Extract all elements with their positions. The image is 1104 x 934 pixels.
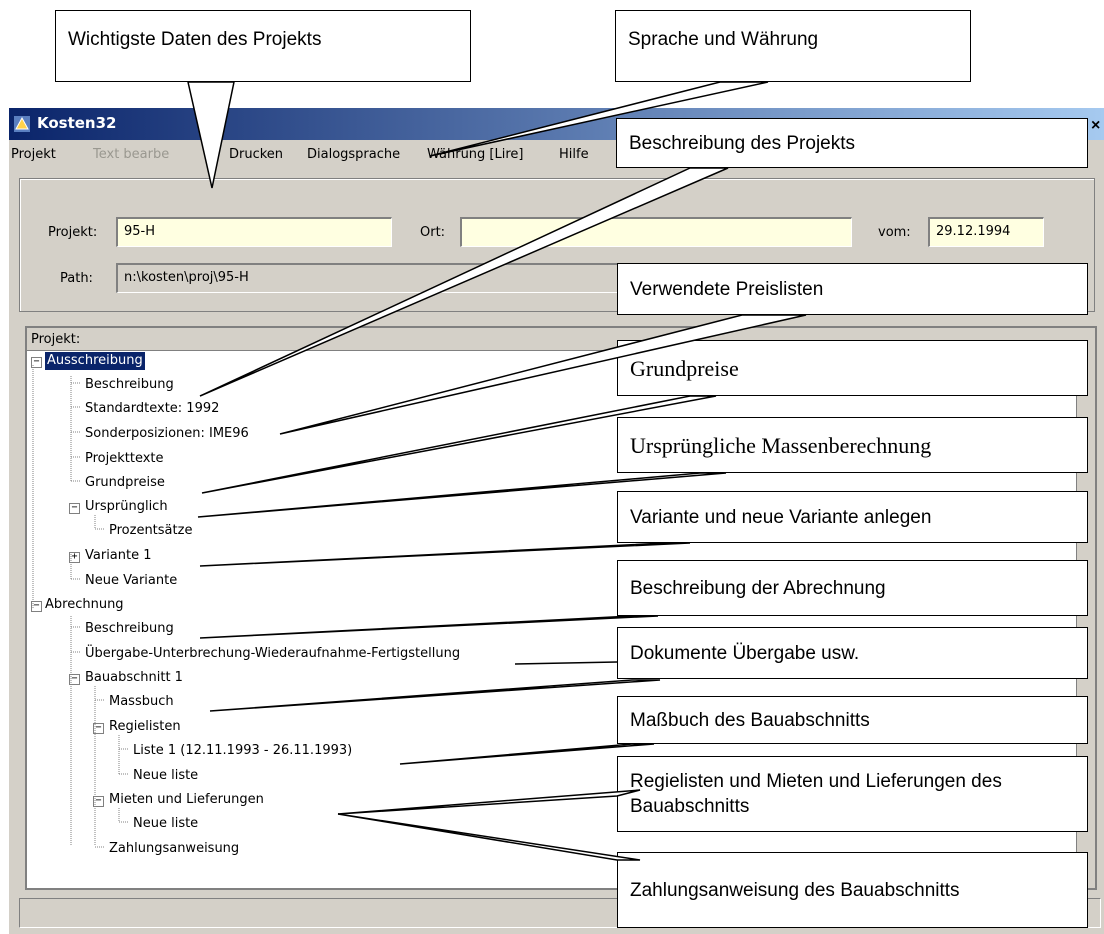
path-label: Path: [60,271,93,286]
tree-node-uebergabe[interactable]: Übergabe-Unterbrechung-Wiederaufnahme-Fe… [85,645,460,663]
tree-node-bauabschnitt-1[interactable]: Bauabschnitt 1 [85,669,183,687]
collapse-icon[interactable]: − [69,503,80,514]
tree-node-ausschreibung[interactable]: Ausschreibung [45,352,145,370]
tree-node-variante-1[interactable]: Variante 1 [85,547,152,565]
ort-label: Ort: [420,225,446,240]
tree-node-prozentsaetze[interactable]: Prozentsätze [109,522,192,540]
projekt-field[interactable]: 95-H [116,217,392,247]
collapse-icon[interactable]: − [69,674,80,685]
vom-date-field[interactable]: 29.12.1994 [928,217,1044,247]
menu-hilfe[interactable]: Hilfe [559,147,589,162]
window-title: Kosten32 [37,114,117,132]
path-field: n:\kosten\proj\95-H [116,263,636,293]
ort-field[interactable] [460,217,852,247]
tree-node-projekttexte[interactable]: Projekttexte [85,450,164,468]
close-icon[interactable]: × [1091,117,1104,135]
menu-waehrung[interactable]: Währung [Lire] [427,147,524,162]
tree-node-liste-1[interactable]: Liste 1 (12.11.1993 - 26.11.1993) [133,742,352,760]
app-icon [14,116,30,132]
tree-node-grundpreise[interactable]: Grundpreise [85,474,165,492]
collapse-icon[interactable]: − [31,357,42,368]
tree-node-massbuch[interactable]: Massbuch [109,693,174,711]
callout-grundpreise: Grundpreise [617,340,1088,396]
vom-label: vom: [878,225,911,240]
tree-node-mieten-lieferungen[interactable]: Mieten und Lieferungen [109,791,264,809]
tree-node-regielisten[interactable]: Regielisten [109,718,181,736]
callout-beschreibung-projekt: Beschreibung des Projekts [616,118,1088,168]
callout-zahlungsanweisung: Zahlungsanweisung des Bauabschnitts [617,852,1088,928]
callout-variante: Variante und neue Variante anlegen [617,491,1088,543]
tree-node-standardtexte[interactable]: Standardtexte: 1992 [85,400,219,418]
callout-dokumente-uebergabe: Dokumente Übergabe usw. [617,627,1088,679]
tree-node-beschreibung[interactable]: Beschreibung [85,376,174,394]
menu-projekt[interactable]: Projekt [11,147,56,162]
expand-icon[interactable]: + [69,552,80,563]
callout-beschreibung-abrechnung: Beschreibung der Abrechnung [617,560,1088,616]
callout-preislisten: Verwendete Preislisten [617,263,1088,315]
callout-massenberechnung: Ursprüngliche Massenberechnung [617,417,1088,473]
menu-dialogsprache[interactable]: Dialogsprache [307,147,400,162]
tree-node-beschreibung-abrechnung[interactable]: Beschreibung [85,620,174,638]
tree-node-neue-variante[interactable]: Neue Variante [85,572,177,590]
tree-node-neue-liste[interactable]: Neue liste [133,767,198,785]
projekt-label: Projekt: [48,225,98,240]
callout-wichtigste-daten: Wichtigste Daten des Projekts [55,10,471,82]
callout-sprache-waehrung: Sprache und Währung [615,10,971,82]
menu-drucken[interactable]: Drucken [229,147,283,162]
collapse-icon[interactable]: − [93,796,104,807]
tree-node-zahlungsanweisung[interactable]: Zahlungsanweisung [109,840,239,858]
tree-node-neue-liste-mieten[interactable]: Neue liste [133,815,198,833]
tree-node-urspruenglich[interactable]: Ursprünglich [85,498,168,516]
collapse-icon[interactable]: − [31,601,42,612]
tree-node-abrechnung[interactable]: Abrechnung [45,596,124,614]
callout-regielisten: Regielisten und Mieten und Lieferungen d… [617,756,1088,832]
tree-node-sonderposizionen[interactable]: Sonderposizionen: IME96 [85,425,249,443]
callout-massbuch: Maßbuch des Bauabschnitts [617,696,1088,744]
collapse-icon[interactable]: − [93,723,104,734]
menu-text-bearbeiten[interactable]: Text bearbe [93,147,169,162]
